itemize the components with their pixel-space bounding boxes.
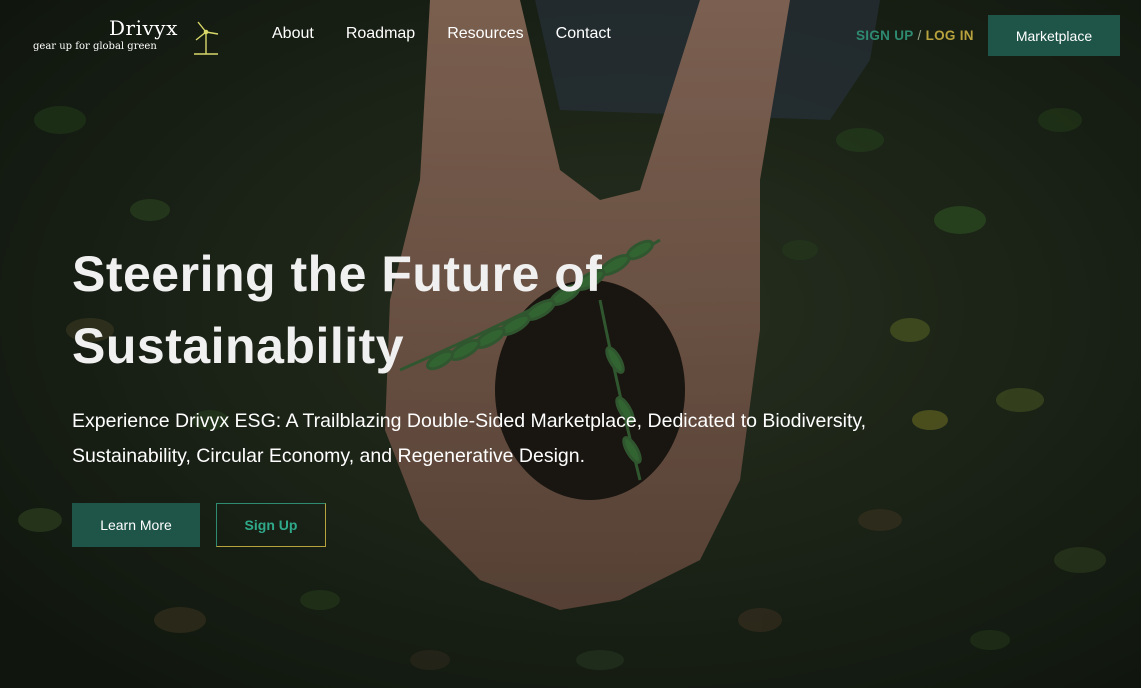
brand-tagline: gear up for global green (33, 41, 157, 52)
learn-more-button[interactable]: Learn More (72, 503, 200, 547)
login-link[interactable]: LOG IN (926, 28, 974, 43)
nav-link-about[interactable]: About (272, 25, 314, 43)
marketplace-button[interactable]: Marketplace (988, 15, 1120, 56)
hero-subheadline: Experience Drivyx ESG: A Trailblazing Do… (72, 410, 867, 467)
hero-headline: Steering the Future of Sustainability (72, 246, 603, 374)
brand-logo-link[interactable]: Drivyx gear up for global green (33, 14, 223, 62)
nav-link-resources[interactable]: Resources (447, 25, 523, 43)
wind-turbine-icon (192, 20, 220, 61)
nav-link-roadmap[interactable]: Roadmap (346, 25, 415, 43)
auth-separator: / (917, 28, 922, 43)
main-nav: About Roadmap Resources Contact (272, 25, 643, 43)
nav-link-contact[interactable]: Contact (556, 25, 611, 43)
brand-name: Drivyx (109, 16, 178, 40)
hero-signup-button[interactable]: Sign Up (216, 503, 326, 547)
navbar: Drivyx gear up for global green About Ro… (0, 0, 1141, 70)
auth-links: SIGN UP / LOG IN (856, 28, 974, 43)
signup-link[interactable]: SIGN UP (856, 28, 913, 43)
